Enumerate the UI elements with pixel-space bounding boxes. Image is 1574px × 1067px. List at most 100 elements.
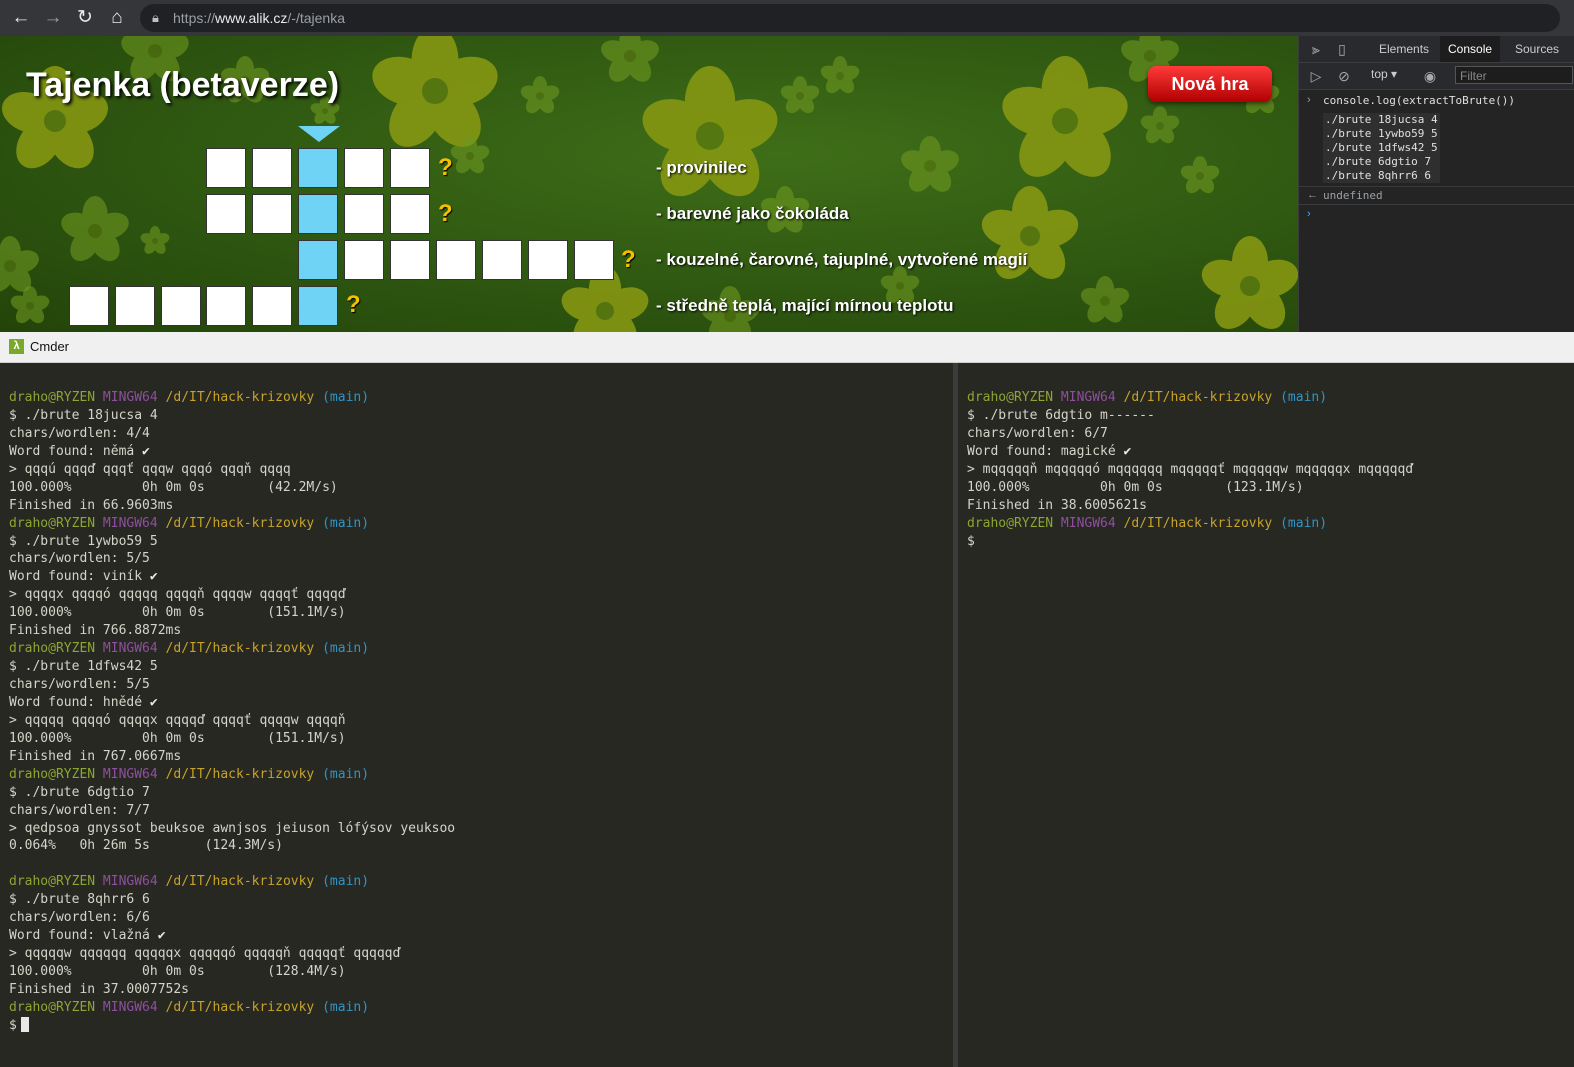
terminal-line: Finished in 766.8872ms [9,623,182,639]
new-game-button[interactable]: Nová hra [1148,66,1272,102]
terminal-prompt: draho@RYZEN MINGW64 /d/IT/hack-krizovky … [9,874,370,890]
terminal-line: 100.000% 0h 0m 0s (42.2M/s) [9,479,338,495]
crossword-solution-cell[interactable] [298,240,338,280]
crossword-cell[interactable] [206,148,246,188]
crossword-cell[interactable] [344,240,384,280]
back-arrow-icon[interactable]: ← [9,6,33,30]
clue-hint-icon[interactable]: ? [438,200,453,228]
terminal-pane-right[interactable]: draho@RYZEN MINGW64 /d/IT/hack-krizovky … [958,363,1574,1067]
console-output[interactable]: ./brute 18jucsa 4 ./brute 1ywbo59 5 ./br… [1323,113,1440,183]
devtools-tabbar: ⫸ ▯ Elements Console Sources [1299,36,1574,63]
crossword-cell[interactable] [252,286,292,326]
crossword-cell[interactable] [574,240,614,280]
console-output-line: ./brute 8qhrr6 6 [1325,169,1431,182]
terminal-line: $ ./brute 6dgtio 7 [9,784,150,800]
url-text: https://www.alik.cz/-/tajenka [173,10,345,26]
flower-decoration-icon [640,66,780,206]
tab-sources[interactable]: Sources [1507,36,1567,62]
crossword-cell[interactable] [482,240,522,280]
flower-decoration-icon [520,76,560,116]
crossword-solution-cell[interactable] [298,148,338,188]
forward-arrow-icon[interactable]: → [41,6,65,30]
devtools-panel: ⫸ ▯ Elements Console Sources ▷ ⊘ top ▾ ◉… [1298,36,1574,332]
terminal-line: Finished in 66.9603ms [9,497,174,513]
checkmark-icon: ✔ [142,569,158,585]
terminal-line: > mqqqqqň mqqqqqó mqqqqqq mqqqqqť mqqqqq… [967,461,1414,477]
terminal-prompt: draho@RYZEN MINGW64 /d/IT/hack-krizovky … [9,390,370,405]
reload-icon[interactable]: ↻ [73,6,97,30]
crossword-cell[interactable] [69,286,109,326]
flower-decoration-icon [10,286,50,326]
crossword-cell[interactable] [206,286,246,326]
flower-decoration-icon [140,226,170,256]
clue-4: - středně teplá, mající mírnou teplotu [656,296,954,315]
flower-decoration-icon [900,136,960,196]
crossword-cell[interactable] [206,194,246,234]
crossword-cell[interactable] [115,286,155,326]
terminal-pane-left[interactable]: draho@RYZEN MINGW64 /d/IT/hack-krizovky … [0,363,953,1067]
lambda-icon: λ [9,339,24,354]
word-found-line: Word found: magické ✔ [967,443,1132,459]
crossword-cell[interactable] [390,148,430,188]
crossword-solution-cell[interactable] [298,194,338,234]
crossword-cell[interactable] [161,286,201,326]
crossword-cell[interactable] [436,240,476,280]
console-filter-input[interactable]: Filter [1455,66,1573,84]
return-arrow-icon: ← [1307,189,1318,201]
terminal-line: $ ./brute 8qhrr6 6 [9,892,150,908]
checkmark-icon: ✔ [1115,443,1132,459]
flower-decoration-icon [1080,276,1130,326]
clue-3: - kouzelné, čarovné, tajuplné, vytvořené… [656,250,1028,269]
eye-icon[interactable]: ◉ [1421,67,1439,85]
crossword-cell[interactable] [390,240,430,280]
prompt-chevron-icon: › [1307,208,1311,220]
terminal-line: chars/wordlen: 5/5 [9,677,150,692]
crossword-cell[interactable] [344,194,384,234]
terminal-line: > qedpsoa gnyssot beuksoe awnjsos jeiuso… [9,820,456,836]
clear-console-icon[interactable]: ⊘ [1335,67,1353,85]
crossword-cell[interactable] [252,194,292,234]
flower-decoration-icon [820,56,860,96]
checkmark-icon: ✔ [149,928,166,944]
clue-hint-icon[interactable]: ? [621,246,636,274]
sidebar-toggle-icon[interactable]: ▷ [1307,67,1325,85]
terminal-line: > qqqqqw qqqqqq qqqqqx qqqqqó qqqqqň qqq… [9,946,401,962]
tajenka-game: Tajenka (betaverze) Nová hra ? ? ? ? - p… [0,36,1298,332]
clue-hint-icon[interactable]: ? [438,154,453,182]
terminal-line: chars/wordlen: 7/7 [9,802,150,818]
flower-decoration-icon [60,196,130,266]
terminal-line: Finished in 767.0667ms [9,748,182,764]
tab-console[interactable]: Console [1440,36,1501,62]
flower-decoration-icon [1200,236,1298,332]
inspect-element-icon[interactable]: ⫸ [1307,40,1325,58]
clue-hint-icon[interactable]: ? [346,291,361,319]
flower-decoration-icon [980,186,1080,286]
flower-decoration-icon [1140,106,1180,146]
crossword-solution-cell[interactable] [298,286,338,326]
crossword-cell[interactable] [528,240,568,280]
crossword-cell[interactable] [344,148,384,188]
context-select[interactable]: top ▾ [1371,67,1397,81]
window-title: Cmder [30,339,70,354]
crossword-cell[interactable] [252,148,292,188]
solution-column-arrow-icon [298,126,340,142]
checkmark-icon: ✔ [134,443,150,459]
flower-decoration-icon [1180,156,1220,196]
terminal-prompt: draho@RYZEN MINGW64 /d/IT/hack-krizovky … [967,515,1328,531]
prompt-chevron-icon: › [1307,94,1311,106]
address-bar[interactable]: 🔒︎ https://www.alik.cz/-/tajenka [140,4,1560,32]
terminal-line: chars/wordlen: 6/6 [9,910,150,926]
terminal-line: $ ./brute 18jucsa 4 [9,407,158,423]
console-output-line: ./brute 18jucsa 4 [1325,113,1438,126]
device-toolbar-icon[interactable]: ▯ [1333,40,1351,58]
terminal-line: 100.000% 0h 0m 0s (151.1M/s) [9,605,346,621]
word-found-line: Word found: němá ✔ [9,443,150,459]
tab-elements[interactable]: Elements [1371,36,1437,62]
flower-decoration-icon [450,136,490,176]
terminal-line: $ ./brute 6dgtio m------ [967,407,1155,423]
home-icon[interactable]: ⌂ [105,6,129,30]
crossword-cell[interactable] [390,194,430,234]
terminal-line: Finished in 37.0007752s [9,981,190,997]
terminal-line: $ [967,533,975,549]
